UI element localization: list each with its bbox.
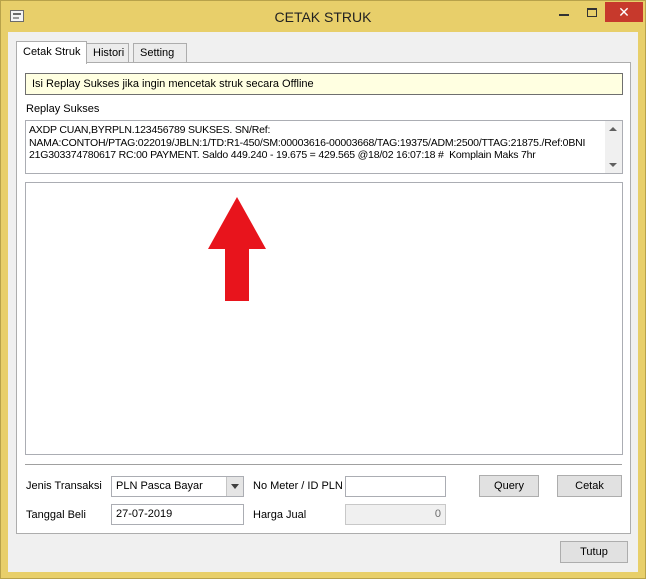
form-divider <box>25 464 622 466</box>
maximize-icon <box>587 7 597 17</box>
minimize-icon <box>559 14 569 16</box>
info-message: Isi Replay Sukses jika ingin mencetak st… <box>25 73 623 95</box>
no-meter-input[interactable] <box>345 476 446 497</box>
jenis-transaksi-select[interactable]: PLN Pasca Bayar <box>111 476 244 497</box>
scroll-down-icon[interactable] <box>609 163 617 167</box>
jenis-transaksi-value: PLN Pasca Bayar <box>116 480 203 492</box>
cetak-struk-panel: Isi Replay Sukses jika ingin mencetak st… <box>16 62 631 534</box>
tanggal-beli-input[interactable]: 27-07-2019 <box>111 504 244 525</box>
maximize-button[interactable] <box>579 2 605 22</box>
window-client-area: Cetak Struk Histori Setting Isi Replay S… <box>8 32 638 572</box>
receipt-preview-area <box>25 182 623 455</box>
title-bar[interactable]: CETAK STRUK ✕ <box>1 1 645 32</box>
chevron-down-icon[interactable] <box>226 477 243 496</box>
window-title: CETAK STRUK <box>274 9 372 25</box>
cetak-button[interactable]: Cetak <box>557 475 622 497</box>
cetak-struk-window: CETAK STRUK ✕ Cetak Struk Histori Settin… <box>0 0 646 579</box>
tanggal-beli-label: Tanggal Beli <box>26 509 86 521</box>
close-button[interactable]: ✕ <box>605 2 643 22</box>
close-icon: ✕ <box>618 3 630 20</box>
tab-setting[interactable]: Setting <box>133 43 187 63</box>
query-button[interactable]: Query <box>479 475 539 497</box>
replay-sukses-label: Replay Sukses <box>26 103 100 115</box>
no-meter-label: No Meter / ID PLN <box>253 480 343 492</box>
harga-jual-input: 0 <box>345 504 446 525</box>
replay-sukses-text[interactable]: AXDP CUAN,BYRPLN.123456789 SUKSES. SN/Re… <box>29 124 604 172</box>
tab-cetak-struk[interactable]: Cetak Struk <box>16 41 87 64</box>
tab-histori[interactable]: Histori <box>86 43 129 63</box>
jenis-transaksi-label: Jenis Transaksi <box>26 480 102 492</box>
replay-scrollbar[interactable] <box>605 121 622 173</box>
red-up-arrow-icon <box>208 197 266 301</box>
replay-sukses-textarea[interactable]: AXDP CUAN,BYRPLN.123456789 SUKSES. SN/Re… <box>25 120 623 174</box>
minimize-button[interactable] <box>551 2 577 22</box>
tutup-button[interactable]: Tutup <box>560 541 628 563</box>
scroll-up-icon[interactable] <box>609 127 617 131</box>
harga-jual-label: Harga Jual <box>253 509 307 521</box>
